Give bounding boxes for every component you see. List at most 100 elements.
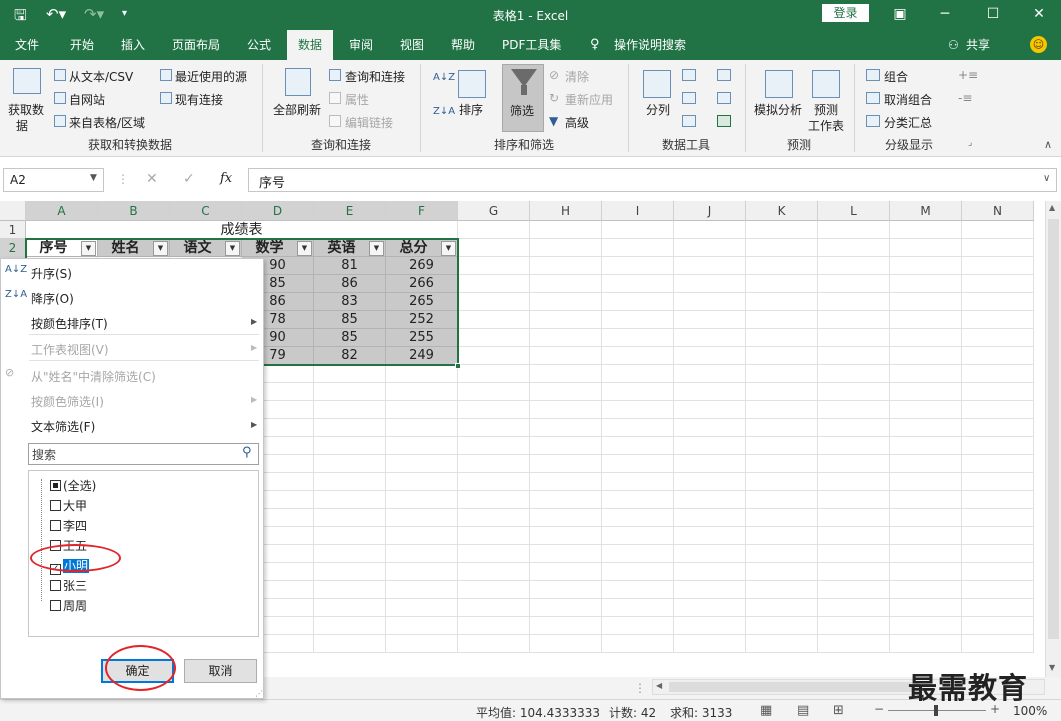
cell[interactable] [458, 437, 530, 455]
cell[interactable] [746, 473, 818, 491]
cell[interactable] [818, 563, 890, 581]
flash-fill-icon[interactable] [682, 69, 696, 81]
remove-duplicates-icon[interactable] [682, 92, 696, 104]
cell[interactable] [674, 455, 746, 473]
recent-sources-button[interactable]: 最近使用的源 [175, 68, 247, 85]
cell[interactable] [458, 563, 530, 581]
cell[interactable] [530, 437, 602, 455]
tab-page-layout[interactable]: 页面布局 [170, 30, 222, 60]
cell[interactable] [746, 545, 818, 563]
cell[interactable] [890, 617, 962, 635]
cell[interactable] [458, 545, 530, 563]
data-cell[interactable]: 85 [314, 311, 386, 329]
filter-value-item[interactable]: 李四 [50, 517, 87, 534]
select-all-corner[interactable] [0, 201, 26, 221]
cell[interactable] [674, 239, 746, 257]
cell[interactable] [602, 491, 674, 509]
minimize-icon[interactable]: ─ [930, 3, 960, 25]
checkbox[interactable] [50, 480, 61, 491]
cell[interactable] [818, 437, 890, 455]
cell[interactable] [890, 581, 962, 599]
cell[interactable] [458, 257, 530, 275]
menu-sort-by-color[interactable]: 按颜色排序(T) [31, 315, 108, 332]
cell[interactable] [674, 329, 746, 347]
existing-connections-button[interactable]: 现有连接 [175, 91, 223, 108]
cell[interactable] [674, 563, 746, 581]
filter-button[interactable]: 筛选 [502, 64, 544, 132]
cell[interactable] [458, 635, 530, 653]
clear-filter-button[interactable]: 清除 [565, 68, 589, 85]
cell[interactable] [746, 527, 818, 545]
cell[interactable] [746, 437, 818, 455]
cell[interactable] [314, 563, 386, 581]
column-header[interactable]: M [890, 201, 962, 221]
cell[interactable] [746, 455, 818, 473]
cell[interactable] [530, 311, 602, 329]
cell[interactable] [386, 617, 458, 635]
fill-handle[interactable] [455, 363, 461, 369]
cell[interactable] [890, 275, 962, 293]
cell[interactable] [890, 491, 962, 509]
share-button[interactable]: 共享 [964, 30, 992, 60]
cell[interactable] [458, 581, 530, 599]
tab-pdf-tools[interactable]: PDF工具集 [500, 30, 563, 60]
cell[interactable] [314, 365, 386, 383]
cell[interactable] [458, 599, 530, 617]
scroll-left-icon[interactable]: ◀ [656, 681, 662, 690]
smiley-feedback-icon[interactable]: ☺ [1030, 36, 1047, 53]
cell[interactable] [386, 635, 458, 653]
relationships-icon[interactable] [717, 92, 731, 104]
cell[interactable] [746, 365, 818, 383]
filter-value-item[interactable]: (全选) [50, 477, 96, 494]
cell[interactable] [458, 365, 530, 383]
cell[interactable] [746, 275, 818, 293]
ungroup-button[interactable]: 取消组合 [884, 91, 932, 108]
cell[interactable] [818, 545, 890, 563]
cell[interactable] [674, 545, 746, 563]
cell[interactable] [890, 455, 962, 473]
vertical-scrollbar[interactable]: ▲ ▼ [1045, 201, 1061, 677]
cell[interactable] [890, 311, 962, 329]
column-header[interactable]: G [458, 201, 530, 221]
cell[interactable] [962, 491, 1034, 509]
cell[interactable] [890, 635, 962, 653]
cell[interactable] [314, 509, 386, 527]
cell[interactable] [458, 329, 530, 347]
cell[interactable] [746, 581, 818, 599]
menu-text-filters[interactable]: 文本筛选(F) [31, 418, 95, 435]
cell[interactable] [314, 383, 386, 401]
login-button[interactable]: 登录 [822, 4, 869, 22]
cell[interactable] [818, 383, 890, 401]
ribbon-display-icon[interactable]: ▣ [885, 3, 915, 25]
cell[interactable] [962, 455, 1034, 473]
cell[interactable] [890, 365, 962, 383]
column-header[interactable]: E [314, 201, 386, 221]
show-detail-icon[interactable]: +≡ [958, 68, 978, 82]
cell[interactable] [386, 419, 458, 437]
menu-sort-ascending[interactable]: 升序(S) [31, 265, 72, 282]
cell[interactable] [530, 599, 602, 617]
data-cell[interactable]: 83 [314, 293, 386, 311]
cell[interactable] [746, 347, 818, 365]
cell[interactable] [962, 401, 1034, 419]
filter-value-item[interactable]: 周周 [50, 597, 87, 614]
cell[interactable] [818, 617, 890, 635]
cell[interactable] [962, 239, 1034, 257]
cell[interactable] [674, 401, 746, 419]
cell[interactable] [530, 581, 602, 599]
cell[interactable] [530, 545, 602, 563]
cell[interactable] [746, 239, 818, 257]
text-to-columns-button[interactable]: 分列 [646, 101, 670, 118]
cell[interactable] [674, 293, 746, 311]
data-cell[interactable]: 85 [314, 329, 386, 347]
from-text-csv-button[interactable]: 从文本/CSV [69, 68, 133, 85]
cell[interactable] [386, 473, 458, 491]
data-cell[interactable]: 269 [386, 257, 458, 275]
cell[interactable] [386, 401, 458, 419]
checkbox[interactable] [50, 580, 61, 591]
cell[interactable] [602, 617, 674, 635]
column-header[interactable]: N [962, 201, 1034, 221]
cell[interactable] [962, 257, 1034, 275]
cell[interactable] [314, 635, 386, 653]
cell[interactable] [818, 401, 890, 419]
